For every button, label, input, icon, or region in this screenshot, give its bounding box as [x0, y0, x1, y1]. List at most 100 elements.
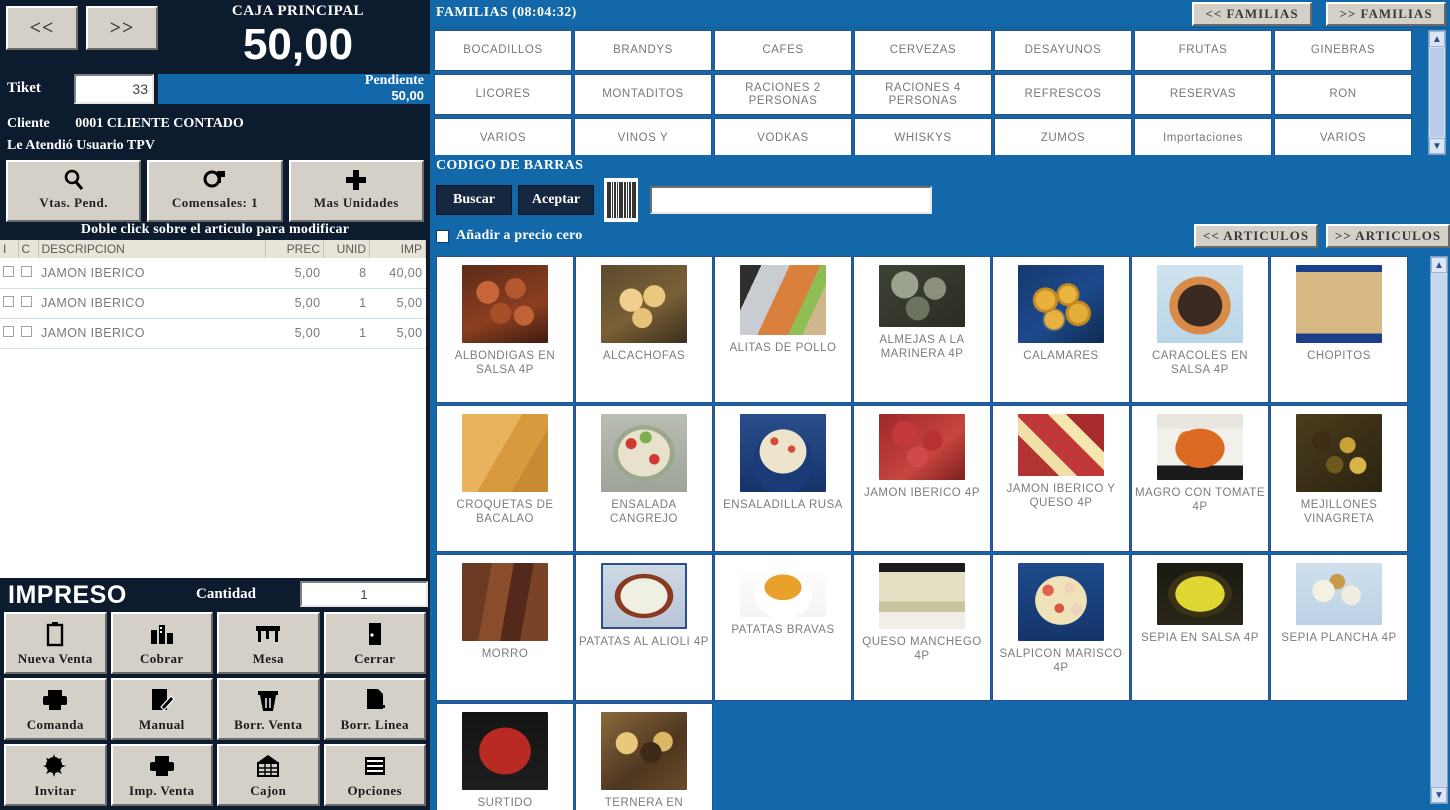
scroll-thumb[interactable]: [1432, 274, 1446, 786]
familia-cell[interactable]: RACIONES 4 PERSONAS: [854, 74, 992, 115]
row-check-i[interactable]: [0, 318, 18, 349]
articulo-cell[interactable]: ALITAS DE POLLO: [714, 256, 852, 403]
nueva-venta-button[interactable]: Nueva Venta: [4, 612, 107, 674]
checkbox-icon[interactable]: [21, 296, 32, 307]
familia-cell[interactable]: DESAYUNOS: [994, 30, 1132, 71]
scroll-up-icon[interactable]: ▲: [1431, 257, 1447, 273]
familia-cell[interactable]: REFRESCOS: [994, 74, 1132, 115]
articulo-cell[interactable]: SEPIA EN SALSA 4P: [1131, 554, 1269, 701]
row-check-c[interactable]: [18, 258, 38, 289]
prev-articulos-button[interactable]: << ARTICULOS: [1194, 224, 1318, 248]
invitar-button[interactable]: Invitar: [4, 744, 107, 806]
articulo-cell[interactable]: TERNERA EN: [575, 703, 713, 810]
articulo-cell[interactable]: MORRO: [436, 554, 574, 701]
familia-cell[interactable]: MONTADITOS: [574, 74, 712, 115]
row-check-c[interactable]: [18, 288, 38, 319]
cliente-row[interactable]: Cliente 0001 CLIENTE CONTADO: [7, 116, 244, 132]
articulo-cell[interactable]: PATATAS AL ALIOLI 4P: [575, 554, 713, 701]
checkbox-icon[interactable]: [3, 326, 14, 337]
row-check-i[interactable]: [0, 258, 18, 289]
cobrar-button[interactable]: Cobrar: [110, 612, 213, 674]
familia-cell[interactable]: CERVEZAS: [854, 30, 992, 71]
manual-button[interactable]: Manual: [110, 678, 213, 740]
articulo-cell[interactable]: ALMEJAS A LA MARINERA 4P: [853, 256, 991, 403]
articulo-cell[interactable]: PATATAS BRAVAS: [714, 554, 852, 701]
prev-ticket-button[interactable]: <<: [6, 6, 78, 50]
articulo-cell[interactable]: CROQUETAS DE BACALAO: [436, 405, 574, 552]
articulos-scrollbar[interactable]: ▲ ▼: [1430, 256, 1448, 804]
familia-cell[interactable]: LICORES: [434, 74, 572, 115]
comanda-button[interactable]: Comanda: [4, 678, 107, 740]
articulo-cell[interactable]: ENSALADA CANGREJO: [575, 405, 713, 552]
articulo-cell[interactable]: CALAMARES: [992, 256, 1130, 403]
comensales-button[interactable]: Comensales: 1: [147, 160, 283, 222]
row-check-c[interactable]: [18, 318, 38, 349]
next-familias-button[interactable]: >> FAMILIAS: [1326, 2, 1446, 26]
articulo-cell[interactable]: JAMON IBERICO Y QUESO 4P: [992, 405, 1130, 552]
table-row[interactable]: JAMON IBERICO 5,00 1 5,00: [0, 288, 426, 319]
scroll-thumb[interactable]: [1430, 48, 1444, 137]
articulo-cell[interactable]: ENSALADILLA RUSA: [714, 405, 852, 552]
buscar-button[interactable]: Buscar: [436, 185, 512, 215]
familia-cell[interactable]: RON: [1274, 74, 1412, 115]
familia-cell[interactable]: RACIONES 2 PERSONAS: [714, 74, 852, 115]
row-check-i[interactable]: [0, 288, 18, 319]
familia-cell[interactable]: VARIOS: [434, 118, 572, 155]
articulo-cell[interactable]: SEPIA PLANCHA 4P: [1270, 554, 1408, 701]
checkbox-icon[interactable]: [3, 265, 14, 277]
checkbox-icon[interactable]: [3, 296, 14, 307]
checkbox-icon[interactable]: [21, 326, 32, 337]
borr-venta-button[interactable]: Borr. Venta: [217, 678, 320, 740]
next-articulos-button[interactable]: >> ARTICULOS: [1326, 224, 1450, 248]
cerrar-button[interactable]: Cerrar: [323, 612, 426, 674]
familia-cell[interactable]: VINOS Y: [574, 118, 712, 155]
familia-cell[interactable]: VODKAS: [714, 118, 852, 155]
barcode-icon[interactable]: [604, 178, 638, 222]
familia-cell[interactable]: VARIOS: [1274, 118, 1412, 155]
familia-cell[interactable]: FRUTAS: [1134, 30, 1272, 71]
vtas-pend-button[interactable]: Vtas. Pend.: [6, 160, 142, 222]
articulo-cell[interactable]: JAMON IBERICO 4P: [853, 405, 991, 552]
scroll-down-icon[interactable]: ▼: [1429, 138, 1445, 154]
articulo-cell[interactable]: SURTIDO: [436, 703, 574, 810]
familia-cell[interactable]: GINEBRAS: [1274, 30, 1412, 71]
barcode-input[interactable]: [650, 186, 932, 214]
familia-cell[interactable]: Importaciones: [1134, 118, 1272, 155]
articulo-cell[interactable]: CARACOLES EN SALSA 4P: [1131, 256, 1269, 403]
borr-linea-button[interactable]: Borr. Linea: [323, 678, 426, 740]
articulo-cell[interactable]: ALBONDIGAS EN SALSA 4P: [436, 256, 574, 403]
row-imp: 5,00: [369, 288, 426, 319]
familias-scrollbar[interactable]: ▲ ▼: [1428, 30, 1446, 155]
scroll-down-icon[interactable]: ▼: [1431, 787, 1447, 803]
aceptar-button[interactable]: Aceptar: [518, 185, 594, 215]
table-row[interactable]: JAMON IBERICO 5,00 8 40,00: [0, 258, 426, 289]
familia-cell[interactable]: RESERVAS: [1134, 74, 1272, 115]
articulo-cell[interactable]: MEJILLONES VINAGRETA: [1270, 405, 1408, 552]
familia-cell[interactable]: ZUMOS: [994, 118, 1132, 155]
mas-unidades-button[interactable]: Mas Unidades: [288, 160, 424, 222]
mesa-button[interactable]: Mesa: [217, 612, 320, 674]
familia-cell[interactable]: WHISKYS: [854, 118, 992, 155]
next-ticket-button[interactable]: >>: [86, 6, 158, 50]
precio-cero-row[interactable]: Añadir a precio cero: [436, 228, 583, 244]
articulo-cell[interactable]: SALPICON MARISCO 4P: [992, 554, 1130, 701]
familia-cell[interactable]: BOCADILLOS: [434, 30, 572, 71]
tiket-input[interactable]: 33: [74, 74, 154, 104]
imp-venta-button[interactable]: Imp. Venta: [110, 744, 213, 806]
cajon-button[interactable]: Cajon: [217, 744, 320, 806]
checkbox-icon[interactable]: [21, 265, 32, 277]
familia-cell[interactable]: CAFES: [714, 30, 852, 71]
articulo-cell[interactable]: QUESO MANCHEGO 4P: [853, 554, 991, 701]
articulo-cell[interactable]: ALCACHOFAS: [575, 256, 713, 403]
opciones-button[interactable]: Opciones: [323, 744, 426, 806]
prev-familias-button[interactable]: << FAMILIAS: [1192, 2, 1312, 26]
row-unid: 1: [323, 288, 370, 319]
search-icon: [62, 165, 86, 195]
checkbox-icon[interactable]: [436, 229, 449, 243]
familia-cell[interactable]: BRANDYS: [574, 30, 712, 71]
cantidad-input[interactable]: 1: [300, 581, 428, 607]
scroll-up-icon[interactable]: ▲: [1429, 31, 1445, 47]
table-row[interactable]: JAMON IBERICO 5,00 1 5,00: [0, 318, 426, 349]
articulo-cell[interactable]: CHOPITOS: [1270, 256, 1408, 403]
articulo-cell[interactable]: MAGRO CON TOMATE 4P: [1131, 405, 1269, 552]
